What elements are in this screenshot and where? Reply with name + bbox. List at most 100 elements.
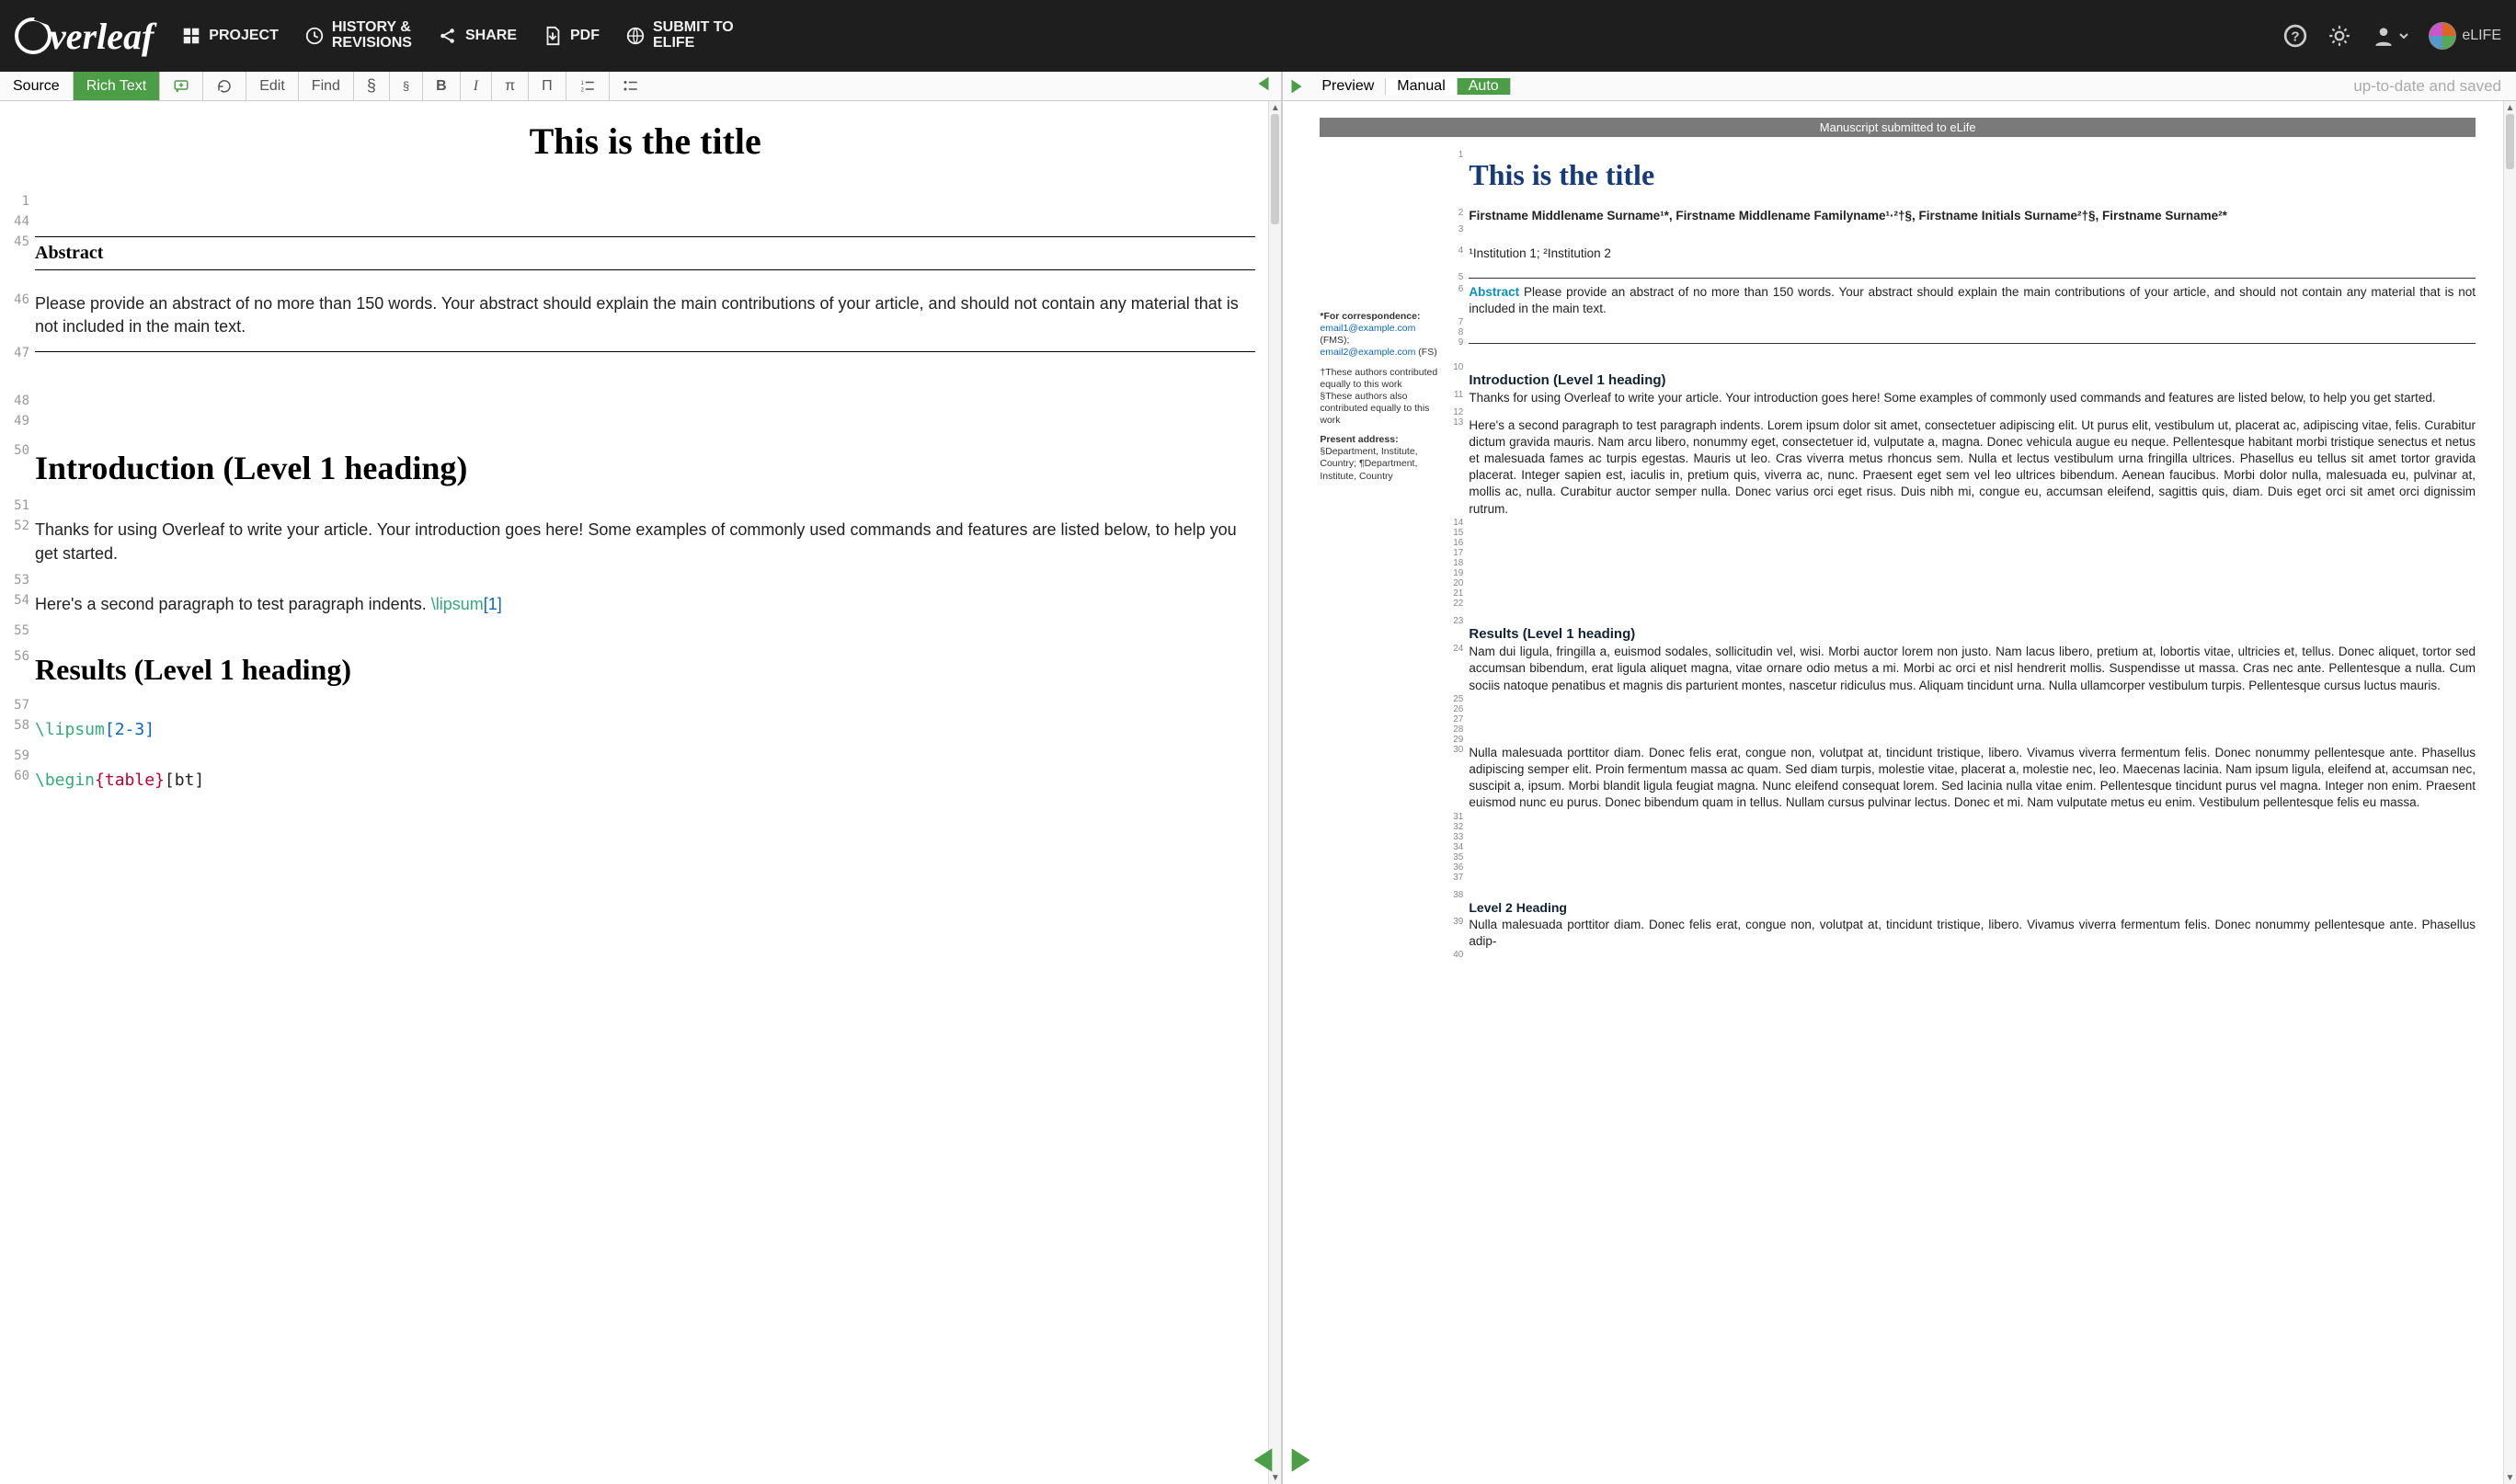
edit-menu[interactable]: Edit <box>246 72 299 100</box>
jump-left-button[interactable] <box>1246 1444 1277 1480</box>
preview-body[interactable]: Manuscript submitted to eLife *For corre… <box>1283 101 2503 1484</box>
preview-title: This is the title <box>1469 155 2476 195</box>
nav-history-l2: REVISIONS <box>332 36 412 51</box>
pln: 39 <box>1448 917 1469 950</box>
nav-submit[interactable]: SUBMIT TO ELIFE <box>625 20 734 51</box>
comment-button[interactable] <box>160 72 203 100</box>
inline-math-button[interactable]: π <box>492 72 529 100</box>
p-results-p2: Nulla malesuada porttitor diam. Donec fe… <box>1469 745 2476 812</box>
scroll-up-icon[interactable]: ▲ <box>2504 101 2516 114</box>
italic-button[interactable]: I <box>461 72 492 100</box>
begin-table-line: \begin{table}[bt] <box>35 769 1255 792</box>
editor-body[interactable]: This is the title 1 44 45 Abstract 46 Pl… <box>0 101 1268 1484</box>
tab-manual[interactable]: Manual <box>1386 78 1457 95</box>
nav-history[interactable]: HISTORY & REVISIONS <box>304 20 412 51</box>
line-number: 49 <box>7 410 35 428</box>
line-number: 58 <box>7 714 35 733</box>
comment-icon <box>173 78 189 95</box>
undo-button[interactable] <box>203 72 246 100</box>
numbered-list-button[interactable]: 12 <box>566 72 610 100</box>
line-number: 53 <box>7 569 35 588</box>
line-number: 54 <box>7 589 35 608</box>
corr-email2: email2@example.com <box>1320 347 1415 358</box>
line-number: 44 <box>7 211 35 229</box>
nav-project[interactable]: PROJECT <box>181 26 279 46</box>
tab-preview[interactable]: Preview <box>1310 78 1386 95</box>
pln: 5 <box>1448 272 1469 284</box>
intro-heading: Introduction (Level 1 heading) <box>35 449 1255 487</box>
scroll-down-icon[interactable]: ▼ <box>2504 1471 2516 1484</box>
scrollbar-thumb[interactable] <box>1271 114 1279 224</box>
rule <box>1469 278 2476 279</box>
nav-submit-l1: SUBMIT TO <box>653 20 734 36</box>
abstract-text: Please provide an abstract of no more th… <box>35 292 1255 338</box>
numbered-list-icon: 12 <box>579 78 596 95</box>
save-status: up-to-date and saved <box>2339 77 2516 96</box>
line-number: 60 <box>7 765 35 783</box>
authors: Firstname Middlename Surname¹*, Firstnam… <box>1469 208 2476 224</box>
pln: 7 <box>1448 317 1469 327</box>
jump-right-button[interactable] <box>1287 1444 1318 1480</box>
tab-source[interactable]: Source <box>0 72 74 100</box>
help-icon[interactable]: ? <box>2283 24 2307 48</box>
pln: 32 <box>1448 822 1469 832</box>
pln: 33 <box>1448 832 1469 842</box>
gear-icon[interactable] <box>2327 24 2351 48</box>
scroll-up-icon[interactable]: ▲ <box>1269 101 1281 114</box>
sync-to-editor-button[interactable] <box>1253 72 1277 96</box>
pln: 23 <box>1448 616 1469 644</box>
pln: 28 <box>1448 725 1469 735</box>
toolbar: Source Rich Text Edit Find § § B I π Π 1… <box>0 72 2516 101</box>
sync-to-preview-button[interactable] <box>1287 74 1310 98</box>
pln: 10 <box>1448 362 1469 390</box>
abstract-body: Please provide an abstract of no more th… <box>1469 285 2476 315</box>
abstract-label: Abstract <box>1469 285 1519 299</box>
nav-pdf-label: PDF <box>570 28 600 44</box>
pln: 26 <box>1448 704 1469 714</box>
manuscript-banner: Manuscript submitted to eLife <box>1320 118 2476 137</box>
p-results-p1: Nam dui ligula, fringilla a, euismod sod… <box>1469 644 2476 694</box>
hr <box>35 236 1255 237</box>
subsection-button[interactable]: § <box>390 72 423 100</box>
p-l2-p: Nulla malesuada porttitor diam. Donec fe… <box>1469 917 2476 950</box>
globe-icon <box>625 26 646 46</box>
jump-arrows-preview <box>1287 1444 1318 1480</box>
pln: 30 <box>1448 745 1469 812</box>
triangle-right-icon <box>1287 76 1307 97</box>
undo-icon <box>216 78 233 95</box>
preview-pane: Manuscript submitted to eLife *For corre… <box>1283 101 2516 1484</box>
logo-text: verleaf <box>50 15 154 58</box>
nav-share-label: SHARE <box>465 28 517 44</box>
overleaf-logo[interactable]: verleaf <box>15 15 154 58</box>
top-right: ? eLIFE <box>2283 22 2501 50</box>
p-l2-h: Level 2 Heading <box>1469 899 2476 917</box>
nav-pdf[interactable]: PDF <box>543 26 600 46</box>
results-heading: Results (Level 1 heading) <box>35 653 1255 687</box>
bullet-list-icon <box>623 78 639 95</box>
pln: 20 <box>1448 578 1469 588</box>
corr-heading: *For correspondence: <box>1320 311 1439 323</box>
line-number: 52 <box>7 515 35 533</box>
p-intro-h: Introduction (Level 1 heading) <box>1469 371 2476 390</box>
nav-share[interactable]: SHARE <box>438 26 517 46</box>
scrollbar-thumb[interactable] <box>2506 114 2514 169</box>
bullet-list-button[interactable] <box>610 72 652 100</box>
pln: 2 <box>1448 208 1469 224</box>
tab-auto[interactable]: Auto <box>1458 78 1511 95</box>
svg-text:?: ? <box>2292 29 2300 44</box>
pln: 3 <box>1448 224 1469 234</box>
pln: 13 <box>1448 417 1469 518</box>
elife-badge[interactable]: eLIFE <box>2429 22 2501 50</box>
pln: 36 <box>1448 862 1469 873</box>
line-number: 47 <box>7 342 35 360</box>
account-menu[interactable] <box>2372 24 2408 48</box>
p-results-h: Results (Level 1 heading) <box>1469 625 2476 644</box>
find-button[interactable]: Find <box>299 72 354 100</box>
section-button[interactable]: § <box>354 72 390 100</box>
bold-button[interactable]: B <box>423 72 461 100</box>
tab-richtext[interactable]: Rich Text <box>74 72 161 100</box>
preview-scrollbar[interactable]: ▲ ▼ <box>2503 101 2516 1484</box>
display-math-button[interactable]: Π <box>529 72 566 100</box>
editor-scrollbar[interactable]: ▲ ▼ <box>1268 101 1281 1484</box>
line-number: 57 <box>7 694 35 713</box>
